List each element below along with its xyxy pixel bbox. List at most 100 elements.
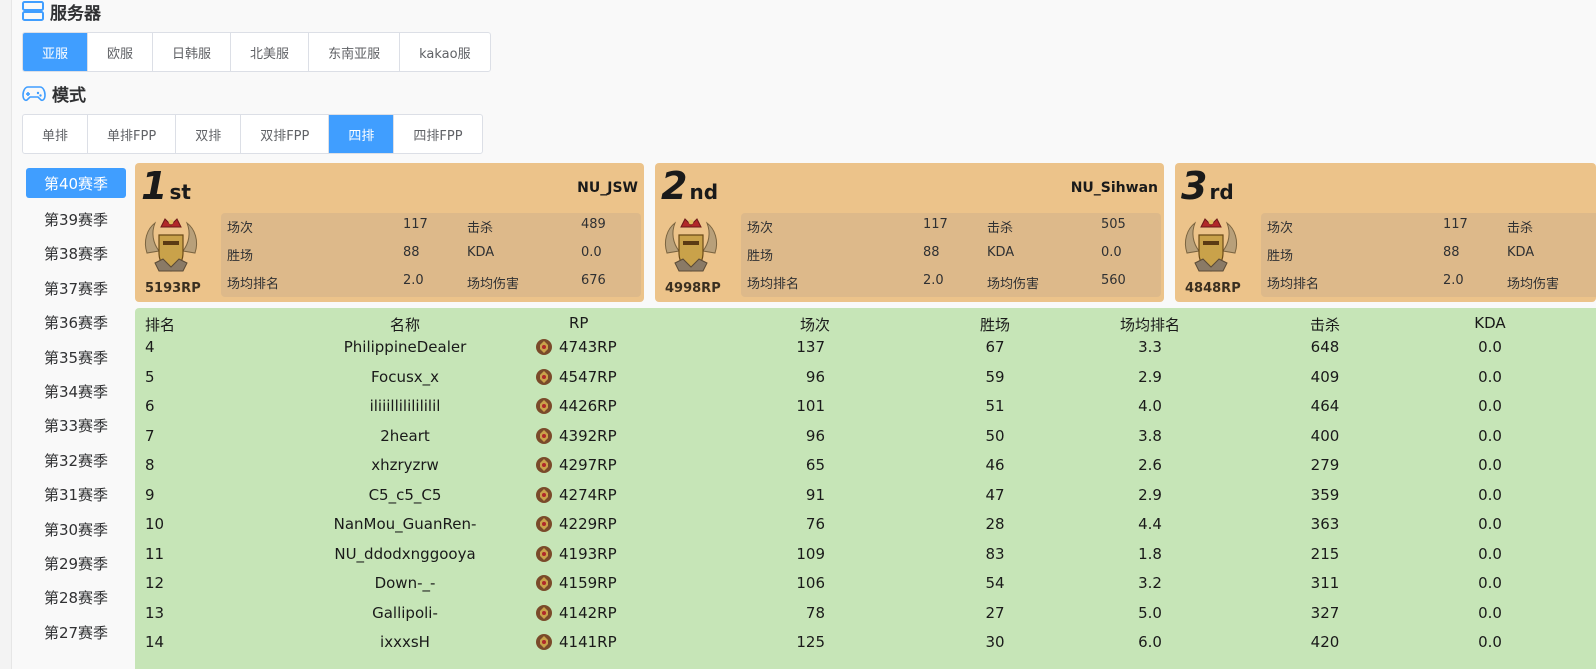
cell-rp-value: 4426RP bbox=[559, 397, 617, 415]
rank-badge-icon bbox=[536, 604, 552, 621]
server-option-2[interactable]: 日韩服 bbox=[153, 33, 232, 71]
cell-kda: 0.0 bbox=[1478, 426, 1502, 445]
cell-kills: 409 bbox=[1310, 367, 1340, 386]
cell-rp-value: 4547RP bbox=[559, 367, 617, 386]
podium-place-suffix: rd bbox=[1209, 180, 1234, 204]
season-item-6[interactable]: 第34赛季 bbox=[26, 374, 126, 408]
cell-matches: 125 bbox=[796, 633, 825, 651]
cell-rp-value: 4159RP bbox=[559, 574, 617, 592]
stat-label-kills: 击杀 bbox=[1507, 221, 1534, 236]
season-item-13[interactable]: 第27赛季 bbox=[26, 615, 126, 649]
stat-value-wins: 88 bbox=[923, 245, 940, 260]
table-row[interactable]: 8 xhzryzrw 4297RP 65 46 2.6 279 0.0 bbox=[135, 456, 1596, 486]
mode-option-4[interactable]: 四排 bbox=[329, 115, 395, 153]
season-item-3[interactable]: 第37赛季 bbox=[26, 271, 126, 305]
mode-option-2[interactable]: 双排 bbox=[176, 115, 242, 153]
rank-emblem-icon bbox=[144, 218, 198, 272]
season-item-9[interactable]: 第31赛季 bbox=[26, 478, 126, 512]
season-item-10[interactable]: 第30赛季 bbox=[26, 512, 126, 546]
cell-kda: 0.0 bbox=[1478, 515, 1502, 533]
cell-kills: 359 bbox=[1310, 485, 1340, 504]
table-row[interactable]: 10 NanMou_GuanRen- 4229RP 76 28 4.4 363 0.0 bbox=[135, 515, 1596, 545]
cell-matches: 78 bbox=[805, 603, 825, 622]
stat-label-kda: KDA bbox=[987, 245, 1015, 260]
table-row[interactable]: 6 iliiillililililil 4426RP 101 51 4.0 464 0.0 bbox=[135, 397, 1596, 427]
cell-matches: 76 bbox=[805, 515, 825, 533]
season-item-8[interactable]: 第32赛季 bbox=[26, 443, 126, 477]
stat-value-matches: 117 bbox=[923, 217, 948, 232]
podium-stat-row: 场均排名 2.0 场均伤害 560 bbox=[747, 269, 1155, 293]
gamepad-icon bbox=[22, 86, 46, 102]
cell-avg-rank: 3.2 bbox=[1138, 574, 1162, 592]
cell-wins: 27 bbox=[985, 603, 1005, 622]
cell-rp: 4142RP bbox=[535, 604, 635, 622]
server-option-0[interactable]: 亚服 bbox=[23, 33, 89, 71]
cell-name: NU_ddodxnggooya bbox=[334, 544, 476, 563]
season-list: 第40赛季第39赛季 第38赛季 第37赛季 第36赛季 第35赛季 第34赛季 第33赛季… bbox=[26, 168, 126, 649]
server-option-3[interactable]: 北美服 bbox=[231, 33, 310, 71]
header-kills: 击杀 bbox=[1309, 316, 1340, 334]
cell-rp: 4229RP bbox=[535, 515, 635, 533]
rank-badge-icon bbox=[536, 486, 552, 503]
cell-avg-rank: 1.8 bbox=[1138, 544, 1162, 563]
cell-rank: 6 bbox=[145, 397, 155, 415]
season-item-1[interactable]: 第39赛季 bbox=[26, 202, 126, 236]
table-row[interactable]: 5 Focusx_x 4547RP 96 59 2.9 409 0.0 bbox=[135, 368, 1596, 398]
cell-name: C5_c5_C5 bbox=[368, 485, 442, 504]
table-row[interactable]: 4 PhilippineDealer 4743RP 137 67 3.3 648 0.0 bbox=[135, 338, 1596, 368]
server-option-5[interactable]: kakao服 bbox=[400, 33, 490, 71]
cell-rp: 4159RP bbox=[535, 574, 635, 592]
season-item-12[interactable]: 第28赛季 bbox=[26, 581, 126, 615]
podium-place-number: 1 bbox=[141, 164, 168, 208]
mode-option-5[interactable]: 四排FPP bbox=[394, 115, 481, 153]
mode-button-group: 单排 单排FPP 双排 双排FPP 四排 四排FPP bbox=[22, 114, 483, 154]
cell-avg-rank: 5.0 bbox=[1138, 603, 1162, 622]
header-wins: 胜场 bbox=[979, 316, 1010, 334]
cell-kda: 0.0 bbox=[1478, 367, 1502, 386]
mode-option-1[interactable]: 单排FPP bbox=[88, 115, 177, 153]
cell-kills: 279 bbox=[1310, 456, 1340, 474]
season-item-11[interactable]: 第29赛季 bbox=[26, 546, 126, 580]
podium-place: 3rd bbox=[1181, 167, 1234, 205]
table-row[interactable]: 14 ixxxsH 4141RP 125 30 6.0 420 0.0 bbox=[135, 633, 1596, 663]
season-item-0[interactable]: 第40赛季 bbox=[26, 168, 126, 198]
cell-wins: 28 bbox=[985, 515, 1005, 533]
season-item-5[interactable]: 第35赛季 bbox=[26, 340, 126, 374]
mode-option-3[interactable]: 双排FPP bbox=[241, 115, 330, 153]
mode-section-title: 模式 bbox=[52, 85, 86, 106]
cell-avg-rank: 2.9 bbox=[1138, 485, 1162, 504]
rank-badge-icon bbox=[536, 575, 552, 591]
cell-name: ixxxsH bbox=[380, 633, 430, 651]
mode-option-0[interactable]: 单排 bbox=[23, 115, 89, 153]
podium-stat-row: 场均排名 2.0 场均伤害 bbox=[1267, 269, 1596, 293]
cell-kda: 0.0 bbox=[1478, 544, 1502, 563]
cell-rp-value: 4743RP bbox=[559, 338, 617, 356]
table-row[interactable]: 7 2heart 4392RP 96 50 3.8 400 0.0 bbox=[135, 427, 1596, 457]
podium-stats: 场次 117 击杀 胜场 88 KDA 场均排名 2.0 场均伤害 bbox=[1261, 213, 1596, 297]
table-row[interactable]: 12 Down-_- 4159RP 106 54 3.2 311 0.0 bbox=[135, 574, 1596, 604]
rank-badge-icon bbox=[536, 368, 552, 385]
stat-value-avg_rank: 2.0 bbox=[403, 273, 424, 288]
cell-rank: 4 bbox=[145, 338, 155, 356]
podium-place-number: 2 bbox=[661, 164, 688, 208]
season-item-2[interactable]: 第38赛季 bbox=[26, 237, 126, 271]
podium-card-2nd: 2nd NU_Sihwan 4998RP 场次 117 击杀 505 胜场 88 KDA 0.0 场均… bbox=[655, 163, 1164, 302]
cell-matches: 65 bbox=[805, 456, 825, 474]
stat-value-avg_rank: 2.0 bbox=[1443, 273, 1464, 288]
header-avg-rank: 场均排名 bbox=[1119, 316, 1180, 334]
server-option-4[interactable]: 东南亚服 bbox=[309, 33, 401, 71]
table-row[interactable]: 11 NU_ddodxnggooya 4193RP 109 83 1.8 215 0.0 bbox=[135, 545, 1596, 575]
cell-name: 2heart bbox=[380, 426, 430, 445]
stat-label-avg_damage: 场均伤害 bbox=[1507, 277, 1560, 292]
table-row[interactable]: 13 Gallipoli- 4142RP 78 27 5.0 327 0.0 bbox=[135, 604, 1596, 634]
stat-value-kills: 505 bbox=[1101, 217, 1126, 232]
table-row[interactable]: 9 C5_c5_C5 4274RP 91 47 2.9 359 0.0 bbox=[135, 486, 1596, 516]
stat-value-matches: 117 bbox=[403, 217, 428, 232]
cell-rp: 4141RP bbox=[535, 633, 635, 651]
rank-badge-icon bbox=[536, 634, 552, 650]
season-item-4[interactable]: 第36赛季 bbox=[26, 306, 126, 340]
cell-matches: 96 bbox=[805, 367, 825, 386]
podium-stat-row: 场次 117 击杀 505 bbox=[747, 213, 1155, 237]
season-item-7[interactable]: 第33赛季 bbox=[26, 409, 126, 443]
server-option-1[interactable]: 欧服 bbox=[88, 33, 154, 71]
